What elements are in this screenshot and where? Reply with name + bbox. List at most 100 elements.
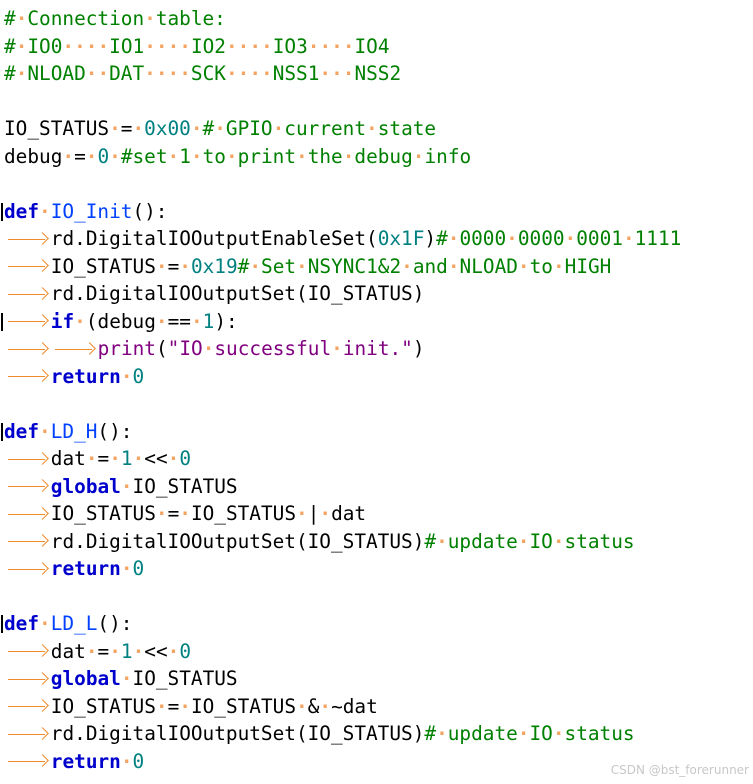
whitespace-dot-icon xyxy=(331,33,343,61)
code-line[interactable]: return 0 xyxy=(4,363,753,391)
whitespace-dot-icon xyxy=(261,33,273,61)
code-line[interactable]: rd.DigitalIOOutputSet(IO_STATUS)# update I… xyxy=(4,528,753,556)
code-line[interactable]: # IO0 IO1 IO2 IO3 IO4 xyxy=(4,33,753,61)
code-line[interactable]: if (debug == 1): xyxy=(1,308,753,336)
watermark: CSDN @bst_forerunner xyxy=(610,763,749,777)
comment-token: # xyxy=(202,117,215,140)
number-token: 1 xyxy=(120,639,133,663)
whitespace-dot-icon xyxy=(553,528,565,556)
comment-token: the xyxy=(307,144,343,168)
comment-token: IO4 xyxy=(354,34,390,58)
tab-arrow-icon xyxy=(4,500,51,528)
whitespace-dot-icon xyxy=(156,500,168,528)
tab-arrow-icon xyxy=(4,363,51,391)
comment-token: table: xyxy=(155,7,226,30)
code-line[interactable] xyxy=(4,390,753,418)
function-name-token: LD_H xyxy=(50,419,98,443)
operator-token: & xyxy=(307,694,320,718)
code-line[interactable] xyxy=(4,170,753,198)
function-name-token: IO_Init xyxy=(50,199,133,223)
whitespace-dot-icon xyxy=(436,528,448,556)
code-token: IO_STATUS xyxy=(190,694,297,718)
code-token: ) xyxy=(424,227,437,250)
code-token: rd.DigitalIOOutputSet(IO_STATUS) xyxy=(50,722,425,745)
whitespace-dot-icon xyxy=(97,33,109,61)
comment-token: NSYNC1&2 xyxy=(307,254,402,278)
code-line[interactable]: def IO_Init(): xyxy=(1,198,753,226)
code-line[interactable]: # NLOAD DAT SCK NSS1 NSS2 xyxy=(4,60,753,88)
whitespace-dot-icon xyxy=(168,638,180,666)
whitespace-dot-icon xyxy=(179,253,191,281)
code-line[interactable]: global IO_STATUS xyxy=(4,473,753,501)
tab-arrow-icon xyxy=(4,748,51,776)
whitespace-dot-icon xyxy=(518,253,530,281)
comment-token: IO3 xyxy=(272,34,308,58)
whitespace-dot-icon xyxy=(156,60,168,88)
code-line[interactable]: IO_STATUS = IO_STATUS | dat xyxy=(4,500,753,528)
code-line[interactable]: def LD_L(): xyxy=(1,610,753,638)
code-line[interactable]: rd.DigitalIOOutputEnableSet(0x1F)#0000 00… xyxy=(4,225,753,253)
code-token: ) xyxy=(412,337,425,360)
whitespace-dot-icon xyxy=(179,500,191,528)
comment-token: IO0 xyxy=(27,34,63,58)
code-line[interactable]: IO_STATUS = 0x19# Set NSYNC1&2 and NLOAD to HIGH xyxy=(4,253,753,281)
code-line[interactable]: IO_STATUS = 0x00 # GPIO current state xyxy=(4,115,753,143)
code-token: (debug xyxy=(85,309,156,333)
code-line[interactable]: rd.DigitalIOOutputSet(IO_STATUS) xyxy=(4,280,753,308)
whitespace-dot-icon xyxy=(121,555,133,583)
line-marker xyxy=(1,422,3,441)
tab-arrow-icon xyxy=(4,720,51,748)
comment-token: # xyxy=(436,227,448,250)
operator-token: << xyxy=(144,447,168,470)
whitespace-dot-icon xyxy=(168,33,180,61)
string-token: init." xyxy=(342,337,413,360)
tab-arrow-icon xyxy=(4,335,51,363)
whitespace-dot-icon xyxy=(109,115,121,143)
keyword-token: global xyxy=(50,474,121,498)
code-line[interactable] xyxy=(4,583,753,611)
whitespace-dot-icon xyxy=(121,748,133,776)
whitespace-dot-icon xyxy=(448,225,460,253)
code-line[interactable]: rd.DigitalIOOutputSet(IO_STATUS)# update I… xyxy=(4,720,753,748)
line-marker xyxy=(1,202,3,221)
comment-token: IO2 xyxy=(190,34,226,58)
whitespace-dot-icon xyxy=(133,445,145,473)
code-line[interactable]: debug = 0 #set 1 toprint the debug info xyxy=(4,143,753,171)
code-token: IO_STATUS xyxy=(190,502,297,525)
code-line[interactable] xyxy=(4,88,753,116)
comment-token: 1111 xyxy=(634,227,682,250)
code-editor[interactable]: #Connectiontable:#IO0IO1IO2IO3IO4#NLOADD… xyxy=(1,5,753,776)
whitespace-dot-icon xyxy=(86,638,98,666)
whitespace-dot-icon xyxy=(144,33,156,61)
code-token: dat xyxy=(50,447,86,470)
code-line[interactable]: return 0 xyxy=(4,555,753,583)
keyword-token: def xyxy=(4,419,40,443)
whitespace-dot-icon xyxy=(319,33,331,61)
whitespace-dot-icon xyxy=(226,33,238,61)
whitespace-dot-icon xyxy=(179,693,191,721)
code-line[interactable]: global IO_STATUS xyxy=(4,665,753,693)
whitespace-dot-icon xyxy=(16,60,28,88)
whitespace-dot-icon xyxy=(133,638,145,666)
code-line[interactable]: dat = 1 << 0 xyxy=(4,638,753,666)
code-line[interactable]: def LD_H(): xyxy=(1,418,753,446)
whitespace-dot-icon xyxy=(156,253,168,281)
code-line[interactable]: print("IO successful init.") xyxy=(4,335,753,363)
number-token: 0 xyxy=(179,639,191,663)
whitespace-dot-icon xyxy=(156,308,168,336)
number-token: 1 xyxy=(120,447,133,470)
comment-token: info xyxy=(424,144,472,168)
whitespace-dot-icon xyxy=(39,610,51,638)
whitespace-dot-icon xyxy=(86,143,98,171)
comment-token: # xyxy=(4,34,16,58)
code-line[interactable]: IO_STATUS=IO_STATUS&~dat xyxy=(4,693,753,721)
comment-token: Set xyxy=(261,254,297,278)
code-token: rd.DigitalIOOutputSet(IO_STATUS) xyxy=(50,529,425,553)
code-token: IO_STATUS xyxy=(132,667,238,690)
code-line[interactable]: # Connection table: xyxy=(4,5,753,33)
whitespace-dot-icon xyxy=(74,308,86,336)
keyword-token: return xyxy=(50,557,121,580)
whitespace-dot-icon xyxy=(191,143,203,171)
whitespace-dot-icon xyxy=(179,33,191,61)
code-line[interactable]: dat = 1 << 0 xyxy=(4,445,753,473)
